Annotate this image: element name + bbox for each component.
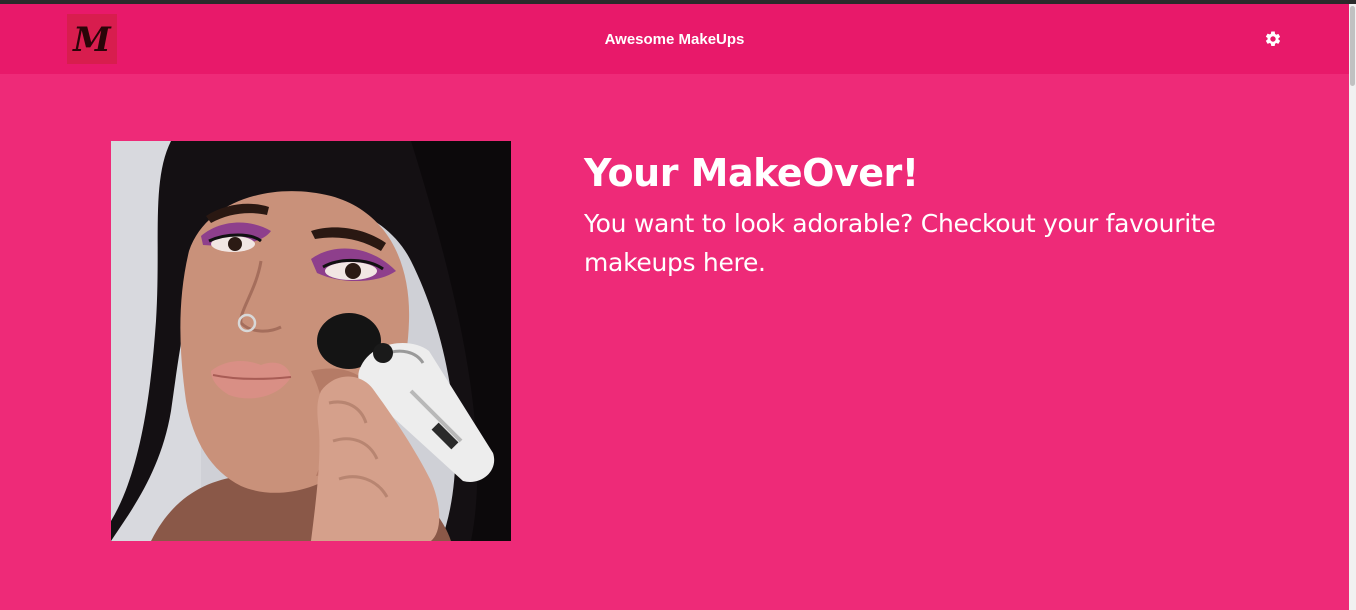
hero-image — [111, 141, 511, 541]
settings-button[interactable] — [1264, 30, 1282, 48]
hero-subtitle: You want to look adorable? Checkout your… — [584, 209, 1216, 277]
hero-heading: Your MakeOver! — [584, 151, 919, 195]
scrollbar-thumb[interactable] — [1350, 6, 1355, 86]
makeup-photo-illustration — [111, 141, 511, 541]
hero-text-block: Your MakeOver! You want to look adorable… — [584, 148, 1284, 282]
navbar: M Awesome MakeUps — [0, 4, 1349, 74]
vertical-scrollbar[interactable] — [1349, 4, 1356, 610]
site-title: Awesome MakeUps — [604, 31, 745, 48]
gear-icon — [1265, 31, 1281, 46]
main-content: Your MakeOver! You want to look adorable… — [0, 74, 1349, 610]
